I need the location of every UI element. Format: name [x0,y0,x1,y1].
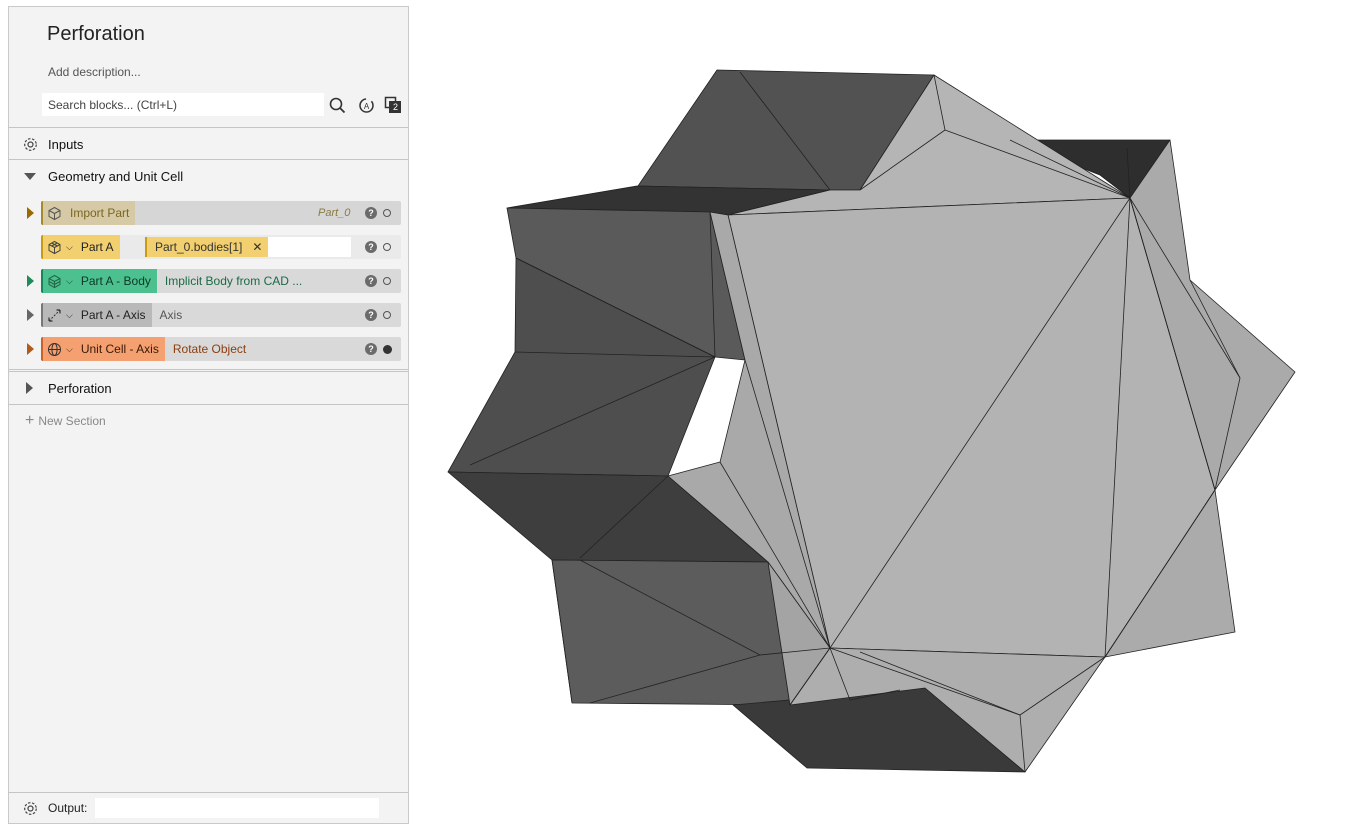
blocks-panel: Perforation Add description... A 2 Input… [8,6,409,824]
expand-block-icon[interactable] [27,343,34,355]
block-value: Rotate Object [172,342,247,356]
chevron-down-icon[interactable]: ⌵ [66,310,73,321]
chevron-right-icon[interactable] [26,382,33,394]
close-icon[interactable]: ✕ [252,240,262,254]
layers-count: 2 [393,102,399,112]
mesh-cube-icon [47,274,62,289]
divider [9,404,408,405]
status-ring-icon[interactable] [383,243,391,251]
cube-icon [47,206,62,221]
section-label: Inputs [48,136,84,152]
svg-text:A: A [363,102,369,111]
3d-viewport[interactable] [420,0,1348,828]
block-part-a-body[interactable]: ⌵ Part A - Body Implicit Body from CAD .… [41,269,401,293]
section-label: Geometry and Unit Cell [48,168,184,184]
section-geometry[interactable]: Geometry and Unit Cell [9,161,408,191]
input-field[interactable]: Part_0.bodies[1] ✕ [145,237,351,257]
status-ring-icon[interactable] [383,277,391,285]
new-section-label: New Section [38,414,106,428]
description-field[interactable]: Add description... [48,65,141,79]
block-badge[interactable]: ⌵ Unit Cell - Axis [41,337,165,361]
block-label: Unit Cell - Axis [80,342,159,356]
globe-icon [47,342,62,357]
grid-cube-icon [47,240,62,255]
chevron-down-icon[interactable] [24,172,36,180]
search-input[interactable] [42,93,324,116]
help-icon[interactable]: ? [365,241,377,253]
section-perforation[interactable]: Perforation [9,373,408,403]
chip-label: Part_0.bodies[1] [155,240,243,254]
expand-block-icon[interactable] [27,309,34,321]
divider [9,371,408,372]
block-label: Part A [80,240,114,254]
page-title[interactable]: Perforation [47,23,145,46]
chevron-down-icon[interactable]: ⌵ [66,242,73,253]
section-label: Perforation [48,380,112,396]
block-unit-cell-axis[interactable]: ⌵ Unit Cell - Axis Rotate Object [41,337,401,361]
new-section-button[interactable]: + New Section [25,412,106,430]
output-bar: Output: [9,792,408,823]
search-icon[interactable] [327,95,347,115]
block-value: Axis [159,308,183,322]
help-icon[interactable]: ? [365,207,377,219]
block-badge[interactable]: ⌵ Part A - Axis [41,303,152,327]
block-label: Import Part [70,206,130,220]
block-badge[interactable]: ⌵ Part A - Body [41,269,157,293]
gear-icon [23,801,38,816]
help-icon[interactable]: ? [365,275,377,287]
gear-icon [23,137,39,152]
auto-layout-icon[interactable]: A [356,95,376,115]
value-chip[interactable]: Part_0.bodies[1] ✕ [145,237,269,257]
block-badge[interactable]: Import Part [41,201,136,225]
block-part-a[interactable]: ⌵ Part A Part_0.bodies[1] ✕ [41,235,401,259]
plus-icon: + [25,412,35,429]
mesh-model[interactable] [420,0,1348,828]
block-import-part[interactable]: Import Part Part_0 [41,201,401,225]
output-label: Output: [48,801,88,815]
block-value: Implicit Body from CAD ... [164,274,303,288]
expand-block-icon[interactable] [27,275,34,287]
divider [9,127,408,128]
help-icon[interactable]: ? [365,343,377,355]
chevron-down-icon[interactable]: ⌵ [66,344,73,355]
block-label: Part A - Axis [80,308,146,322]
expand-block-icon[interactable] [27,207,34,219]
output-field[interactable] [95,798,380,818]
section-inputs[interactable]: Inputs [9,129,408,159]
status-ring-icon[interactable] [383,209,391,217]
axis-arrows-icon [47,308,62,323]
divider [9,369,408,370]
chevron-down-icon[interactable]: ⌵ [66,276,73,287]
help-icon[interactable]: ? [365,309,377,321]
divider [9,159,408,160]
layers-icon[interactable]: 2 [383,95,403,115]
block-label: Part A - Body [80,274,151,288]
status-dot-icon[interactable] [383,344,392,354]
status-ring-icon[interactable] [383,311,391,319]
block-value: Part_0 [318,207,351,219]
block-badge[interactable]: ⌵ Part A [41,235,120,259]
block-part-a-axis[interactable]: ⌵ Part A - Axis Axis [41,303,401,327]
